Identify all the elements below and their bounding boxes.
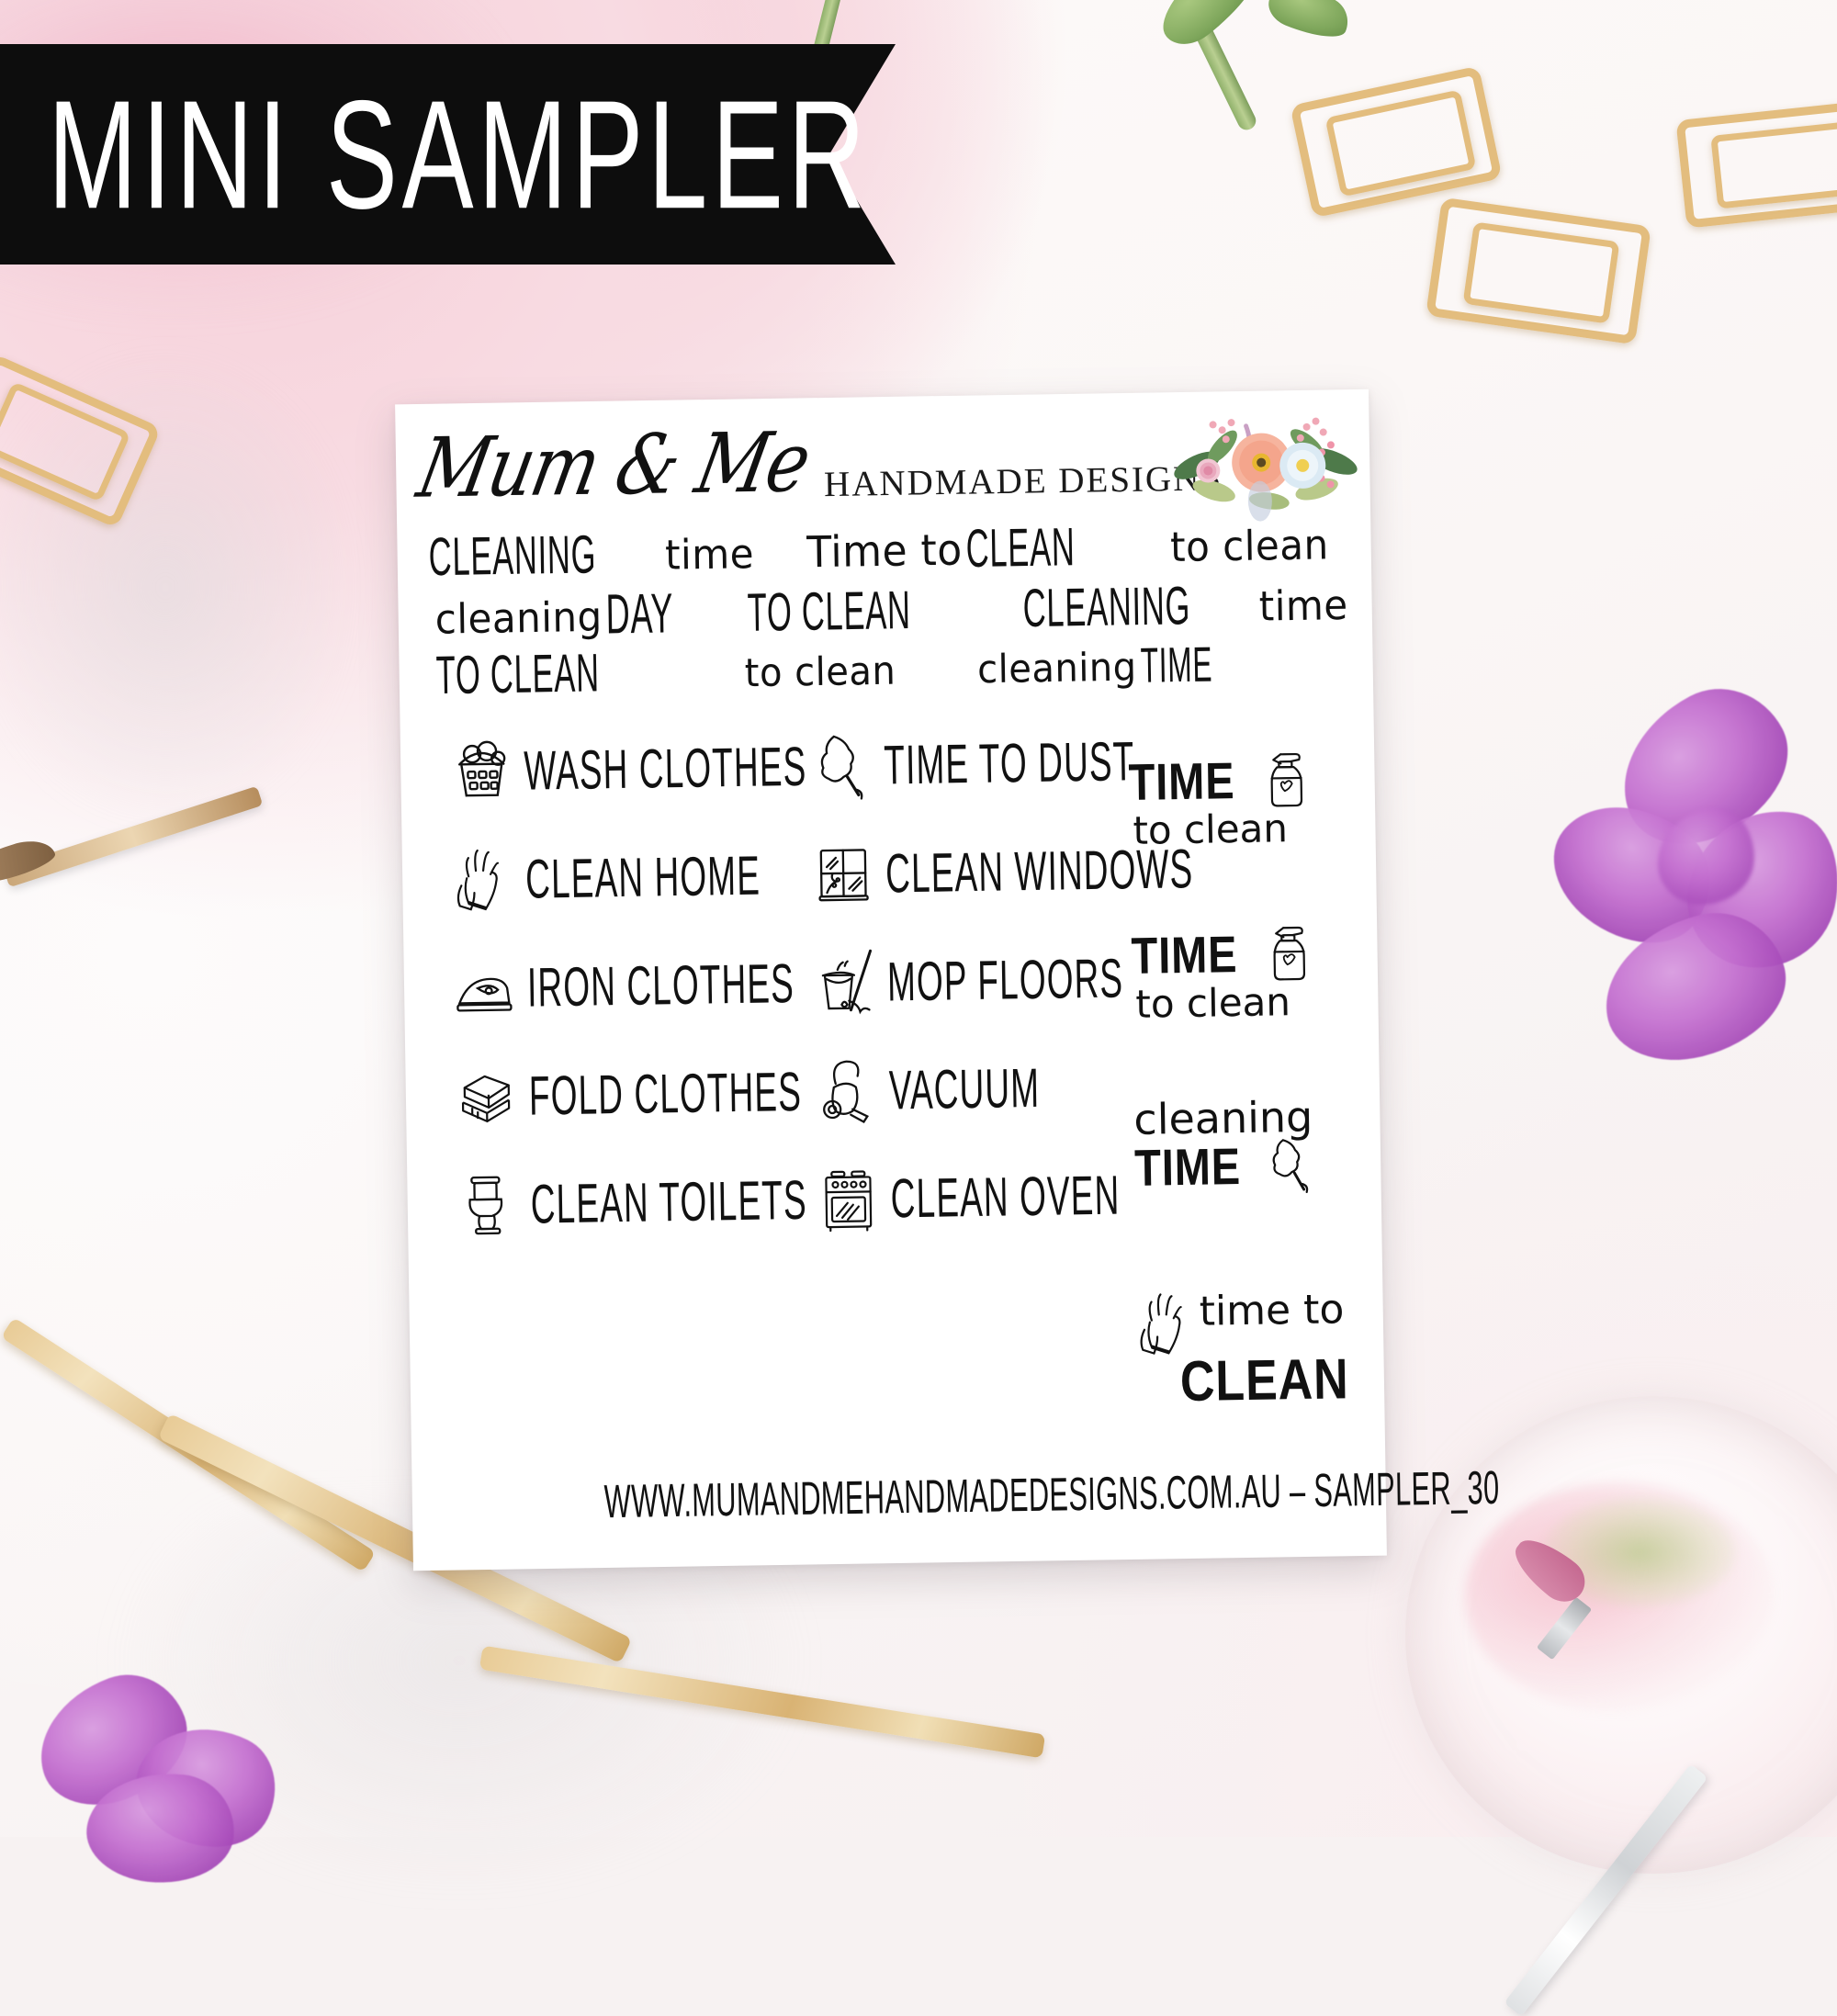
phrase-part: cleaning bbox=[434, 592, 603, 644]
sticker-phrase[interactable]: to clean bbox=[744, 648, 896, 696]
task-label: FOLD CLOTHES bbox=[528, 1060, 803, 1127]
sticker-line-1: TIME bbox=[1128, 748, 1358, 812]
sticker-sheet: Mum & Me HANDMADE DESIGNS CLEANING time … bbox=[395, 389, 1500, 1571]
sticker-text: TIME bbox=[1131, 924, 1238, 985]
sticker-cleaning-time-duster[interactable]: cleaning TIME bbox=[1133, 1091, 1365, 1198]
oven-icon bbox=[817, 1164, 880, 1234]
task-label: MOP FLOORS bbox=[886, 947, 1124, 1013]
sticker-phrase[interactable]: TO CLEAN bbox=[747, 581, 975, 643]
sticker-text: TIME bbox=[1133, 1136, 1242, 1197]
sticker-line-1: TIME bbox=[1131, 921, 1361, 985]
phrase-part: to clean bbox=[1169, 520, 1330, 571]
spray-bottle-icon bbox=[1260, 749, 1311, 810]
sticker-text: CLEAN bbox=[1179, 1347, 1350, 1414]
task-sticker[interactable]: CLEAN WINDOWS bbox=[812, 834, 1194, 909]
task-label: VACUUM bbox=[888, 1056, 1041, 1121]
task-label: CLEAN OVEN bbox=[890, 1164, 1121, 1230]
vacuum-cleaner-icon bbox=[815, 1055, 878, 1126]
sticker-phrase[interactable]: CLEANING time bbox=[1022, 577, 1349, 639]
folded-clothes-icon bbox=[455, 1061, 518, 1132]
task-sticker[interactable]: CLEAN OVEN bbox=[817, 1159, 1166, 1234]
phrase-part: CLEANING bbox=[428, 525, 597, 588]
sticker-text: to clean bbox=[1135, 979, 1291, 1027]
task-sticker[interactable]: WASH CLOTHES bbox=[424, 731, 811, 807]
sticker-time-to-clean-gloves[interactable]: time to CLEAN bbox=[1136, 1286, 1368, 1415]
iron-icon bbox=[453, 952, 516, 1023]
phrase-part: Time to bbox=[806, 525, 964, 578]
sticker-phrase[interactable]: to clean bbox=[1169, 520, 1330, 571]
sticker-phrase[interactable]: TO CLEAN bbox=[435, 644, 663, 705]
task-sticker[interactable]: FOLD CLOTHES bbox=[429, 1056, 816, 1132]
phrase-row: CLEANING time Time to CLEAN to clean bbox=[421, 518, 1347, 588]
brand-logo-script: Mum & Me bbox=[410, 413, 817, 517]
phrase-part: TO CLEAN bbox=[747, 580, 912, 644]
footer-url: WWW.MUMANDMEHANDMADEDESIGNS.COM.AU – SAM… bbox=[603, 1461, 1500, 1528]
banner-title: MINI SAMPLER bbox=[48, 67, 870, 241]
task-label: IRON CLOTHES bbox=[526, 952, 795, 1019]
task-sticker[interactable]: CLEAN TOILETS bbox=[431, 1165, 817, 1241]
sticker-text: time to bbox=[1199, 1285, 1345, 1335]
phrase-part: cleaning bbox=[976, 645, 1137, 693]
task-label: CLEAN HOME bbox=[524, 844, 761, 910]
sticker-phrase[interactable]: Time to CLEAN bbox=[806, 518, 1118, 580]
phrase-part: time bbox=[1258, 580, 1349, 631]
green-leaf bbox=[1262, 0, 1356, 48]
sticker-phrase[interactable]: CLEANING time bbox=[428, 525, 755, 588]
sheet-body: CLEANING time Time to CLEAN to clean cle… bbox=[397, 518, 1381, 1413]
task-label: WASH CLOTHES bbox=[523, 735, 807, 802]
window-icon bbox=[812, 839, 875, 909]
sticker-time-to-clean-spray[interactable]: TIME to clean bbox=[1128, 748, 1359, 853]
task-sticker[interactable]: CLEAN HOME bbox=[426, 839, 813, 916]
task-sticker[interactable]: TIME TO DUST bbox=[810, 726, 1160, 801]
spray-bottle-icon bbox=[1263, 922, 1313, 984]
phrase-part: DAY bbox=[605, 581, 674, 646]
rubber-gloves-icon bbox=[452, 844, 515, 915]
sheet-header: Mum & Me HANDMADE DESIGNS bbox=[395, 389, 1370, 534]
sticker-time-to-clean-spray[interactable]: TIME to clean bbox=[1131, 921, 1362, 1027]
task-sticker[interactable]: IRON CLOTHES bbox=[427, 948, 814, 1024]
task-label: TIME TO DUST bbox=[883, 730, 1135, 796]
phrase-part: to clean bbox=[744, 648, 896, 696]
bucket-mop-icon bbox=[813, 947, 876, 1018]
gold-paperclip bbox=[1710, 121, 1837, 209]
laundry-basket-icon bbox=[450, 736, 513, 806]
feather-duster-icon bbox=[810, 730, 873, 801]
brand-logo-tagline: HANDMADE DESIGNS bbox=[823, 458, 1223, 505]
phrase-part: time bbox=[664, 529, 755, 580]
feather-duster-icon bbox=[1266, 1134, 1316, 1196]
phrase-part: CLEANING bbox=[1021, 577, 1191, 639]
sticker-text: TIME bbox=[1128, 750, 1235, 811]
task-sticker[interactable]: MOP FLOORS bbox=[813, 942, 1163, 1018]
sticker-text: to clean bbox=[1133, 805, 1289, 853]
phrase-row: TO CLEAN to clean cleaning TIME bbox=[423, 636, 1349, 706]
phrase-part: TO CLEAN bbox=[435, 644, 601, 706]
task-sticker[interactable]: VACUUM bbox=[815, 1051, 1165, 1126]
phrase-part: TIME bbox=[1140, 636, 1213, 693]
task-label: CLEAN TOILETS bbox=[530, 1168, 808, 1235]
sticker-line-2: TIME bbox=[1134, 1133, 1365, 1198]
right-sticker-column: TIME to clean TIME to clean cleaning TIM… bbox=[1128, 748, 1369, 1487]
sticker-phrase[interactable]: cleaning DAY bbox=[434, 582, 700, 646]
phrase-part: CLEAN bbox=[965, 517, 1076, 580]
sheet-footer: WWW.MUMANDMEHANDMADEDESIGNS.COM.AU – SAM… bbox=[412, 1462, 1500, 1529]
floral-bouquet-icon bbox=[1174, 417, 1358, 522]
sticker-phrase[interactable]: cleaning TIME bbox=[976, 637, 1241, 693]
toilet-icon bbox=[456, 1169, 520, 1240]
